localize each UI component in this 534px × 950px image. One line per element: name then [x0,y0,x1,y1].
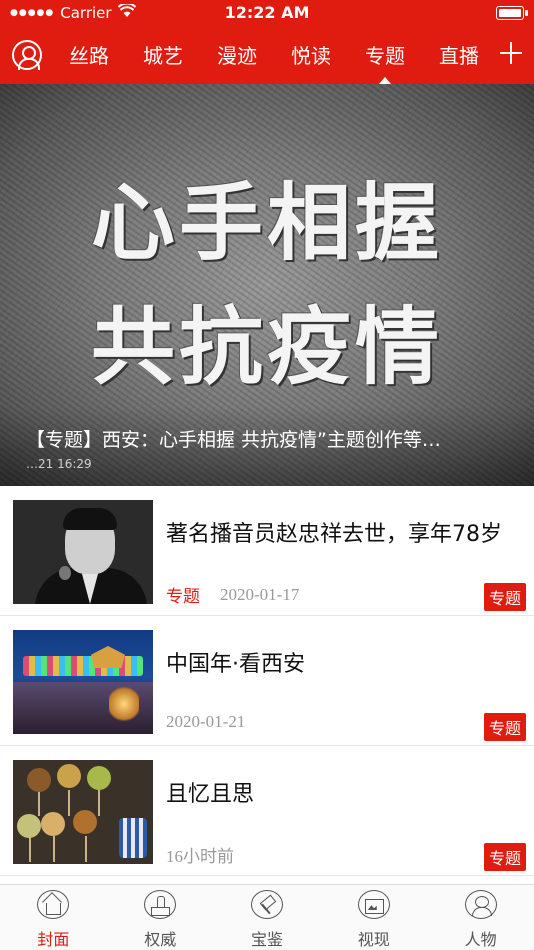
news-thumbnail-portrait [13,500,153,604]
tabbar-item-cover[interactable]: 封面 [0,885,107,950]
tabbar-label: 视现 [357,930,390,949]
news-item[interactable]: 且忆且思 16小时前 专题 [0,746,534,876]
topic-badge: 专题 [483,583,526,611]
news-title: 著名播音员赵忠祥去世，享年78岁 [166,522,502,547]
tabbar-label: 人物 [464,930,497,949]
news-tag: 专题 [166,587,200,607]
home-icon [37,890,70,919]
battery-icon [496,6,528,20]
user-profile-icon[interactable] [12,40,42,70]
gavel-icon [250,890,283,919]
hero-banner[interactable]: 心手相握 共抗疫情 【专题】西安：心手相握 共抗疫情”主题创作等… …21 16… [0,84,534,486]
news-meta: 16小时前 [166,842,234,867]
stamp-icon [144,890,177,919]
tabbar-label: 权威 [144,930,177,949]
tabbar-item-people[interactable]: 人物 [427,885,534,950]
hero-caption: 【专题】西安：心手相握 共抗疫情”主题创作等… [26,429,441,451]
tab-chengyi[interactable]: 城艺 [126,28,200,84]
news-thumbnail-treats [13,760,153,864]
tab-yuedu[interactable]: 悦读 [274,28,348,84]
news-date: 16小时前 [166,847,234,866]
tabbar-item-treasure[interactable]: 宝鉴 [214,885,321,950]
tabbar-item-authority[interactable]: 权威 [107,885,214,950]
channel-nav-bar: 丝路 城艺 漫迹 悦读 专题 直播 [0,28,534,84]
news-title: 中国年·看西安 [166,652,305,677]
add-channel-icon[interactable] [496,38,526,68]
tab-silu[interactable]: 丝路 [52,28,126,84]
news-date: 2020-01-21 [166,712,246,731]
news-item[interactable]: 中国年·看西安 2020-01-21 专题 [0,616,534,746]
tabbar-item-video[interactable]: 视现 [320,885,427,950]
tabbar-label: 封面 [37,930,70,949]
news-thumbnail-city-wall [13,630,153,734]
topic-badge: 专题 [483,843,526,871]
news-title: 且忆且思 [166,782,255,807]
news-meta: 专题 2020-01-17 [166,582,300,608]
topic-badge: 专题 [483,713,526,741]
tab-zhuanti[interactable]: 专题 [348,28,422,84]
channel-tabs: 丝路 城艺 漫迹 悦读 专题 直播 [52,28,496,84]
bottom-tab-bar: 封面 权威 宝鉴 视现 人物 [0,884,534,950]
photo-icon [357,890,390,919]
status-bar: ●●●●● Carrier 12:22 AM [0,0,534,28]
hero-art-text-line-1: 心手相握 [90,174,443,272]
status-time: 12:22 AM [224,3,310,22]
person-icon [464,890,497,919]
tab-zhibo[interactable]: 直播 [422,28,496,84]
hero-art-text-line-2: 共抗疫情 [90,298,443,396]
hero-time: …21 16:29 [26,457,92,471]
news-item[interactable]: 著名播音员赵忠祥去世，享年78岁 专题 2020-01-17 专题 [0,486,534,616]
tabbar-label: 宝鉴 [250,930,283,949]
news-date: 2020-01-17 [220,584,300,604]
news-meta: 2020-01-21 [166,712,245,732]
news-list: 著名播音员赵忠祥去世，享年78岁 专题 2020-01-17 专题 中国年·看西… [0,486,534,876]
tab-manji[interactable]: 漫迹 [200,28,274,84]
